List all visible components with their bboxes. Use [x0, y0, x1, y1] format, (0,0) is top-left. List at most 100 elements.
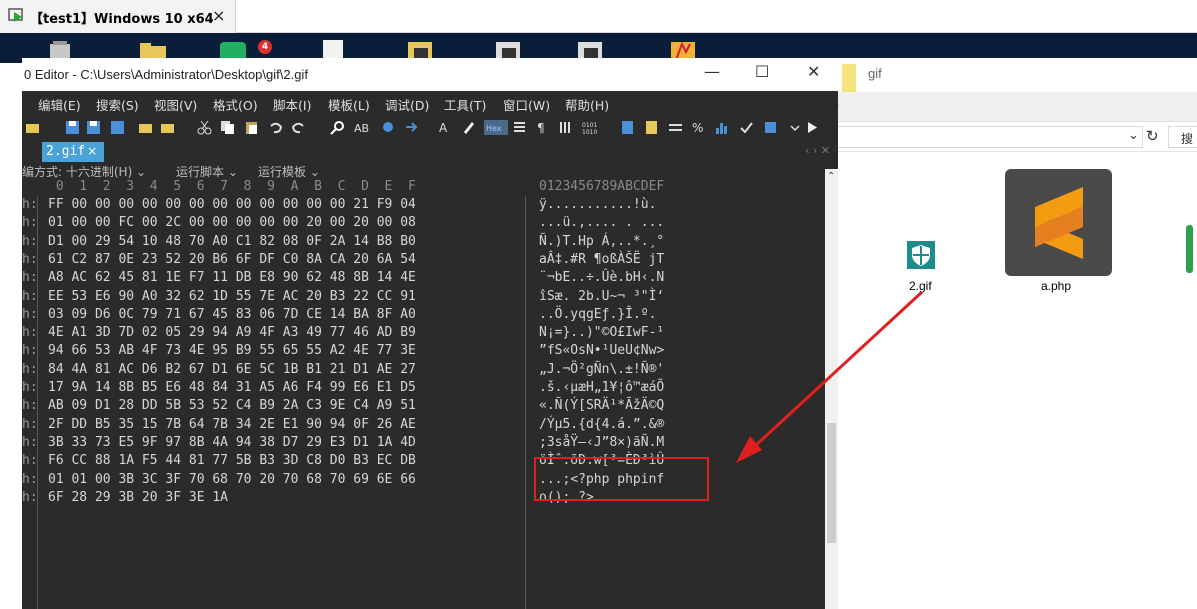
- folder-icon[interactable]: [138, 120, 153, 135]
- highlight-icon[interactable]: [461, 120, 476, 135]
- edit-mode-dropdown[interactable]: 编方式: 十六进制(H) ⌄: [22, 163, 146, 180]
- compare-icon[interactable]: [668, 120, 683, 135]
- gif-file-icon[interactable]: [906, 240, 936, 270]
- menu-script[interactable]: 脚本(I): [273, 95, 311, 114]
- ascii-row[interactable]: aÂ‡.#R ¶oßÀŠË jT: [539, 251, 664, 269]
- import-icon[interactable]: [763, 120, 778, 135]
- ascii-row[interactable]: ”fS«OsN•¹UeU¢Nw>: [539, 342, 664, 360]
- hex-mode-icon[interactable]: Hex: [484, 120, 508, 135]
- paste-icon[interactable]: [244, 120, 259, 135]
- hex-row[interactable]: 6F 28 29 3B 20 3F 3E 1A: [48, 489, 228, 507]
- save-as-icon[interactable]: [86, 120, 101, 135]
- binary-icon[interactable]: 01011010: [582, 120, 597, 135]
- vm-close-button[interactable]: ×: [212, 6, 225, 25]
- replace-icon[interactable]: AB: [354, 120, 369, 135]
- maximize-button[interactable]: ☐: [755, 62, 769, 81]
- hex-row[interactable]: EE 53 E6 90 A0 32 62 1D 55 7E AC 20 B3 2…: [48, 288, 416, 306]
- file-name-gif[interactable]: 2.gif: [909, 279, 932, 293]
- dropdown-icon[interactable]: [787, 120, 802, 135]
- hex-row[interactable]: D1 00 29 54 10 48 70 A0 C1 82 08 0F 2A 1…: [48, 233, 416, 251]
- hex-row[interactable]: 84 4A 81 AC D6 B2 67 D1 6E 5C 1B B1 21 D…: [48, 361, 416, 379]
- ascii-text-pane[interactable]: ÿ...........!ù. ...ü.,.... . ... Ñ.)T.Hp Á…: [532, 196, 702, 609]
- php-file-icon[interactable]: [1005, 169, 1112, 276]
- ascii-row[interactable]: ...ü.,.... . ...: [539, 214, 664, 232]
- search-input[interactable]: 搜: [1168, 126, 1197, 148]
- undo-icon[interactable]: [268, 120, 283, 135]
- ascii-row[interactable]: ÿ...........!ù.: [539, 196, 656, 214]
- ascii-row[interactable]: ¨¬bE..÷.Ûè.bH‹.N: [539, 269, 664, 287]
- ascii-row[interactable]: ;3såŸ—‹J”8×)ãÑ.M: [539, 434, 664, 452]
- ascii-row[interactable]: .š.‹µæH„1¥¦ô™æáÕ: [539, 379, 664, 397]
- calculator-icon[interactable]: [620, 120, 635, 135]
- chevron-down-icon[interactable]: ⌄: [1128, 128, 1139, 143]
- refresh-icon[interactable]: ↻: [1146, 127, 1159, 145]
- hex-row[interactable]: AB 09 D1 28 DD 5B 53 52 C4 B9 2A C3 9E C…: [48, 397, 416, 415]
- hex-view[interactable]: 0 1 2 3 4 5 6 7 8 9 A B C D E F 01234567…: [22, 179, 838, 609]
- hex-row[interactable]: 2F DD B5 35 15 7B 64 7B 34 2E E1 90 94 0…: [48, 416, 416, 434]
- scrollbar-thumb[interactable]: [827, 423, 836, 543]
- explorer-ribbon: » ⌄: [832, 92, 1197, 123]
- hex-row[interactable]: FF 00 00 00 00 00 00 00 00 00 00 00 00 2…: [48, 196, 416, 214]
- hex-row[interactable]: 94 66 53 AB 4F 73 4E 95 B9 55 65 55 A2 4…: [48, 342, 416, 360]
- columns-icon[interactable]: [558, 120, 573, 135]
- scroll-up-icon[interactable]: ⌃: [827, 171, 835, 182]
- cut-icon[interactable]: [197, 120, 212, 135]
- hex-row[interactable]: 17 9A 14 8B B5 E6 48 84 31 A5 A6 F4 99 E…: [48, 379, 416, 397]
- open-folder-icon[interactable]: [25, 120, 40, 135]
- ascii-row[interactable]: Ñ.)T.Hp Á,..*.¸°: [539, 233, 664, 251]
- menu-format[interactable]: 格式(O): [213, 95, 258, 114]
- hex-row[interactable]: 61 C2 87 0E 23 52 20 B6 6F DF C0 8A CA 2…: [48, 251, 416, 269]
- vm-tab[interactable]: 【test1】Windows 10 x64 ×: [0, 0, 236, 33]
- tab-close-icon[interactable]: ×: [87, 144, 97, 158]
- hex-row[interactable]: 4E A1 3D 7D 02 05 29 94 A9 4F A3 49 77 4…: [48, 324, 416, 342]
- hex-row[interactable]: 3B 33 73 E5 9F 97 8B 4A 94 38 D7 29 E3 D…: [48, 434, 416, 452]
- run-template-dropdown[interactable]: 运行模板 ⌄: [258, 163, 320, 180]
- menu-debug[interactable]: 调试(D): [385, 95, 429, 114]
- menu-help[interactable]: 帮助(H): [565, 95, 609, 114]
- find-icon[interactable]: [330, 120, 345, 135]
- save-icon[interactable]: [65, 120, 80, 135]
- tab-2-gif[interactable]: 2.gif ×: [42, 142, 104, 162]
- hex-row[interactable]: 01 00 00 FC 00 2C 00 00 00 00 00 20 00 2…: [48, 214, 416, 232]
- file-name-php[interactable]: a.php: [1041, 279, 1071, 293]
- explorer-scrollbar[interactable]: [1186, 225, 1193, 273]
- save-all-icon[interactable]: [110, 120, 125, 135]
- hex-row[interactable]: 03 09 D6 0C 79 71 67 45 83 06 7D CE 14 B…: [48, 306, 416, 324]
- script-icon[interactable]: [644, 120, 659, 135]
- text-mode-icon[interactable]: [512, 120, 527, 135]
- tab-scroll-icons[interactable]: ‹ › ✕: [805, 144, 830, 157]
- hex-row[interactable]: F6 CC 88 1A F5 44 81 77 5B B3 3D C8 D0 B…: [48, 452, 416, 470]
- menu-view[interactable]: 视图(V): [154, 95, 197, 114]
- checksum-icon[interactable]: [739, 120, 754, 135]
- redo-icon[interactable]: [291, 120, 306, 135]
- find-in-files-icon[interactable]: [381, 120, 396, 135]
- menu-window[interactable]: 窗口(W): [503, 95, 550, 114]
- minimize-button[interactable]: —: [704, 62, 720, 81]
- ascii-row[interactable]: N¡=}..)"©O£IwF-¹: [539, 324, 664, 342]
- histogram-icon[interactable]: [715, 120, 730, 135]
- percent-icon[interactable]: %: [691, 120, 706, 135]
- font-icon[interactable]: A: [438, 120, 453, 135]
- menu-edit[interactable]: 编辑(E): [38, 95, 81, 114]
- menu-tools[interactable]: 工具(T): [444, 95, 486, 114]
- hex-bytes-pane[interactable]: FF 00 00 00 00 00 00 00 00 00 00 00 00 2…: [38, 196, 526, 609]
- row-address: h:: [22, 233, 38, 249]
- workspace-icon[interactable]: [160, 120, 175, 135]
- ascii-row[interactable]: „J.¬Ö²gÑn\.±!Ñ®': [539, 361, 664, 379]
- address-input[interactable]: [838, 126, 1143, 148]
- ascii-row[interactable]: îSæ. 2b.U~¬ ³"Ì‘: [539, 288, 664, 306]
- close-button[interactable]: ✕: [807, 62, 820, 81]
- copy-icon[interactable]: [220, 120, 235, 135]
- run-script-dropdown[interactable]: 运行脚本 ⌄: [176, 163, 238, 180]
- hex-row[interactable]: 01 01 00 3B 3C 3F 70 68 70 20 70 68 70 6…: [48, 471, 416, 489]
- menu-template[interactable]: 模板(L): [328, 95, 370, 114]
- goto-icon[interactable]: [404, 120, 419, 135]
- hex-row[interactable]: A8 AC 62 45 81 1E F7 11 DB E8 90 62 48 8…: [48, 269, 416, 287]
- play-icon[interactable]: [805, 120, 820, 135]
- vertical-scrollbar[interactable]: ⌃: [825, 169, 838, 609]
- ascii-row[interactable]: /Ýµ5.{d{4.á.”.&®: [539, 416, 664, 434]
- ascii-row[interactable]: «.Ñ(Ý[SRÄ¹*ÃžÄ©Q: [539, 397, 664, 415]
- pilcrow-icon[interactable]: ¶: [535, 120, 550, 135]
- menu-search[interactable]: 搜索(S): [96, 95, 139, 114]
- ascii-row[interactable]: ..Ö.yqgEƒ.}Î.º.: [539, 306, 656, 324]
